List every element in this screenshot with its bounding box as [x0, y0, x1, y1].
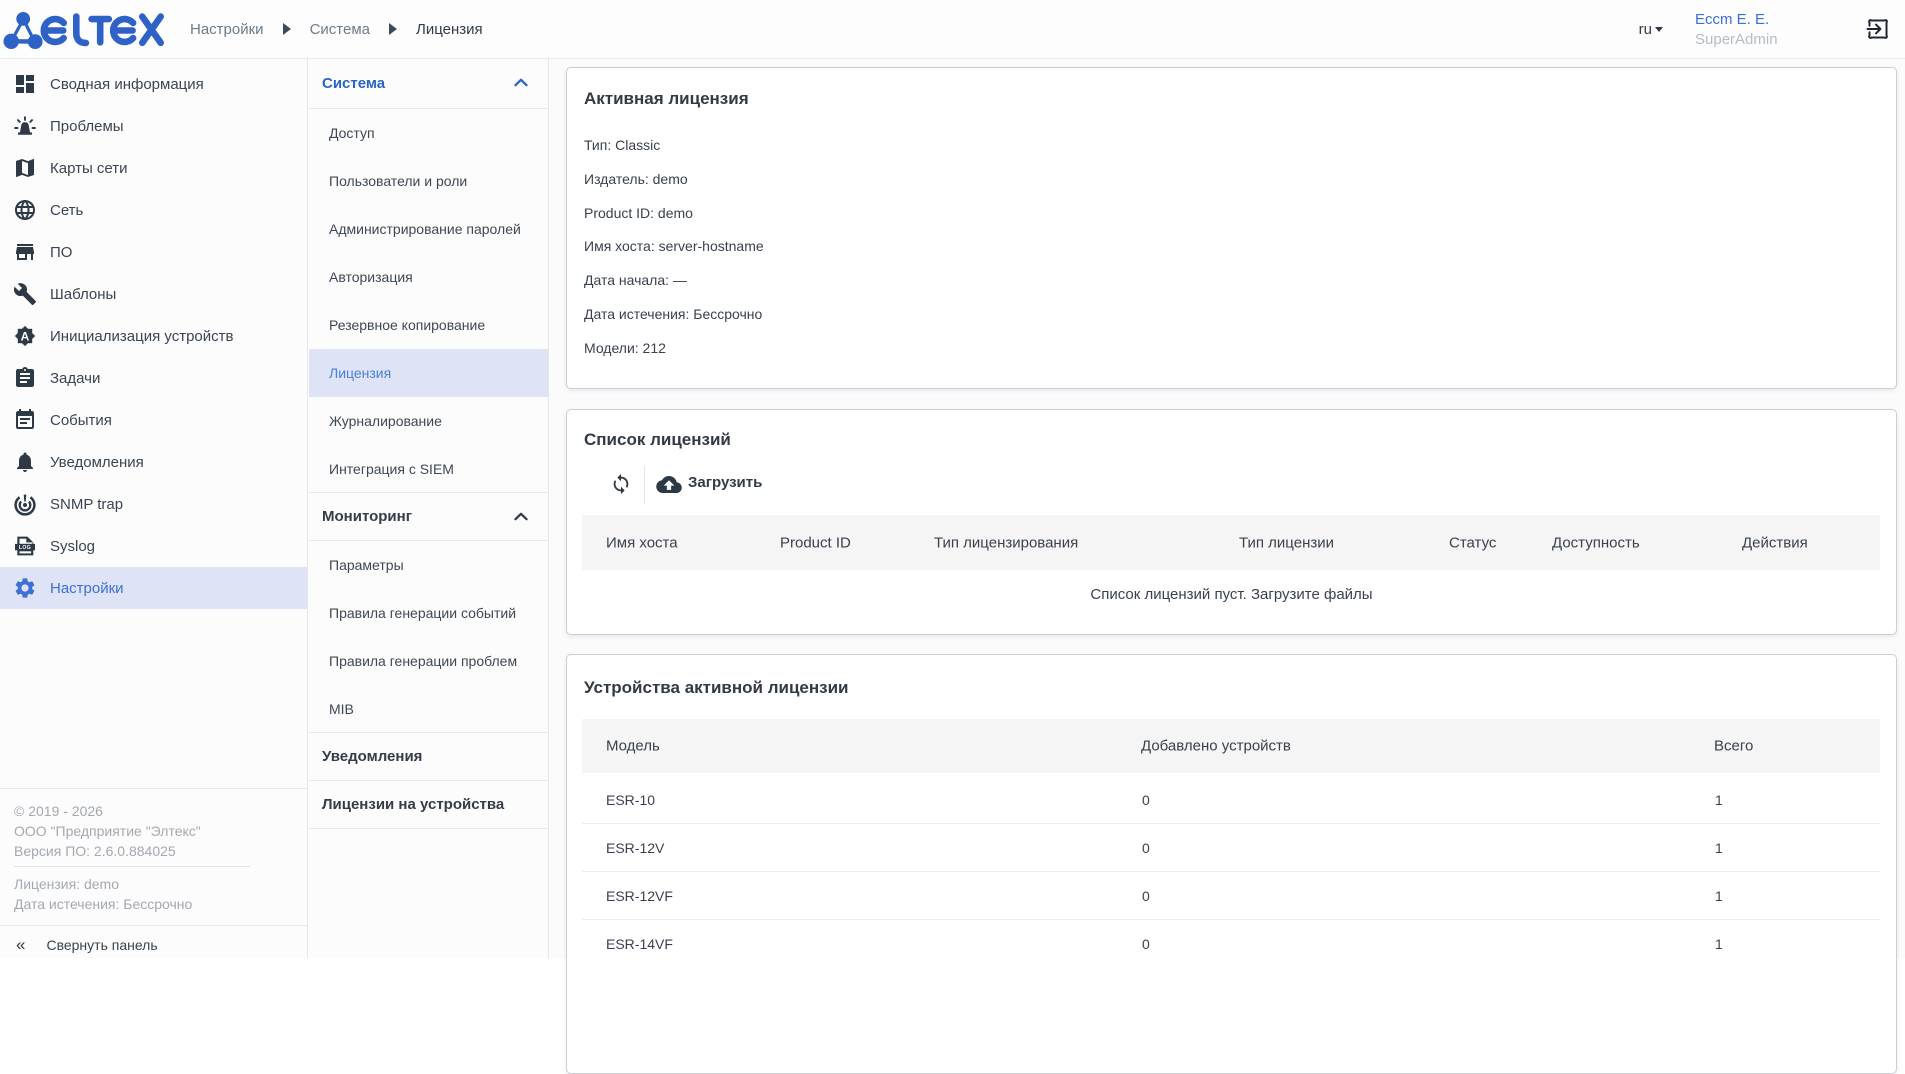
- svg-text:LOG: LOG: [19, 545, 31, 551]
- svg-text:A: A: [21, 329, 30, 343]
